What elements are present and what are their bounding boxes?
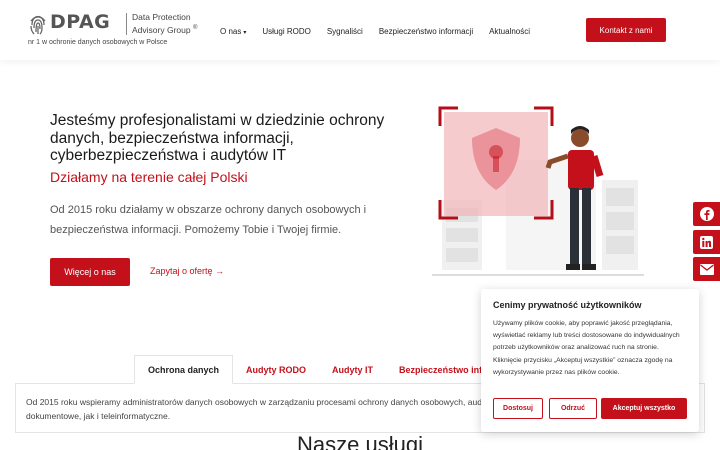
nav-sygnalisci[interactable]: Sygnaliści: [327, 27, 363, 36]
contact-button[interactable]: Kontakt z nami: [586, 18, 666, 42]
hero-title: Jesteśmy profesjonalistami w dziedzinie …: [50, 112, 385, 164]
ask-offer-link[interactable]: Zapytaj o ofertę →: [150, 266, 224, 276]
tab-audyty-rodo[interactable]: Audyty RODO: [233, 355, 319, 384]
hero-subtitle: Działamy na terenie całej Polski: [50, 169, 248, 185]
facebook-button[interactable]: [693, 202, 720, 226]
hero-text: Od 2015 roku działamy w obszarze ochrony…: [50, 204, 367, 236]
linkedin-icon: [700, 235, 713, 249]
nav-o-nas[interactable]: O nas ▾: [220, 27, 246, 36]
logo-divider: [126, 13, 127, 35]
cookie-reject-button[interactable]: Odrzuć: [549, 398, 597, 419]
cookie-customize-button[interactable]: Dostosuj: [493, 398, 543, 419]
logo[interactable]: DPAG Data Protection Advisory Group ® nr…: [28, 10, 208, 50]
logo-name: DPAG: [50, 11, 111, 33]
linkedin-button[interactable]: [693, 230, 720, 254]
cookie-banner: Cenimy prywatność użytkowników Używamy p…: [481, 289, 699, 432]
nav-uslugi-rodo[interactable]: Usługi RODO: [262, 27, 310, 36]
services-heading: Nasze usługi: [297, 432, 423, 450]
logo-subtitle: Data Protection Advisory Group ®: [132, 12, 198, 35]
tab-ochrona-danych[interactable]: Ochrona danych: [134, 355, 234, 384]
facebook-icon: [699, 207, 714, 221]
fingerprint-icon: [30, 15, 46, 35]
logo-tagline: nr 1 w ochronie danych osobowych w Polsc…: [28, 39, 168, 46]
cookie-text: Używamy plików cookie, aby poprawić jako…: [493, 320, 680, 376]
cookie-title: Cenimy prywatność użytkowników: [493, 300, 642, 310]
tab-audyty-it[interactable]: Audyty IT: [319, 355, 386, 384]
nav-aktualnosci[interactable]: Aktualności: [489, 27, 530, 36]
mail-icon: [699, 263, 714, 275]
services-tabs: Ochrona danych Audyty RODO Audyty IT Bez…: [134, 355, 504, 384]
caret-down-icon: ▾: [243, 30, 247, 36]
security-illustration: [432, 106, 644, 276]
email-button[interactable]: [693, 257, 720, 281]
cookie-accept-button[interactable]: Akceptuj wszystko: [601, 398, 687, 419]
more-about-us-button[interactable]: Więcej o nas: [50, 258, 130, 286]
tab-content-text: Od 2015 roku wspieramy administratorów d…: [26, 397, 493, 421]
site-header: DPAG Data Protection Advisory Group ® nr…: [0, 0, 720, 60]
nav-bezpieczenstwo-informacji[interactable]: Bezpieczeństwo informacji: [379, 27, 473, 36]
arrow-right-icon: →: [215, 266, 225, 276]
main-nav: O nas ▾ Usługi RODO Sygnaliści Bezpieczeń…: [220, 27, 546, 36]
